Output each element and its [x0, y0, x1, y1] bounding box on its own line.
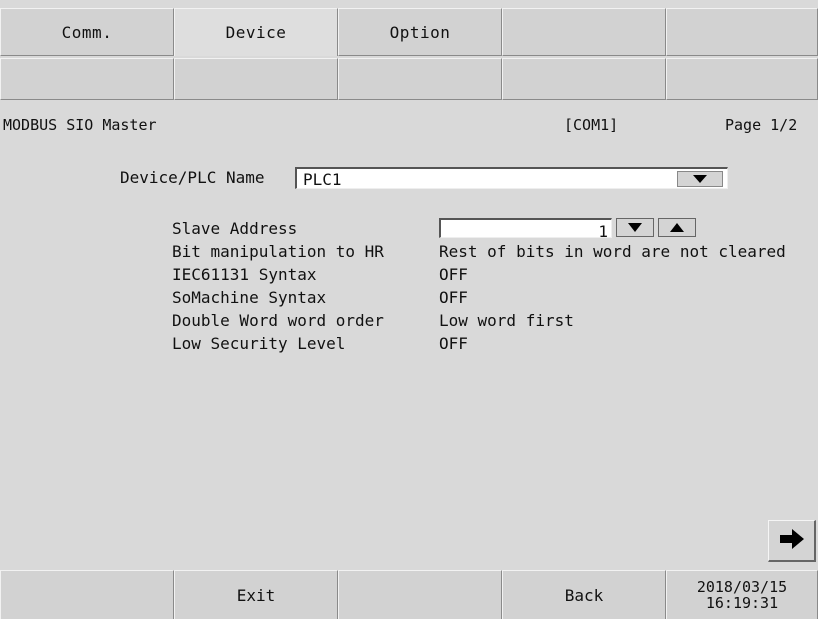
tab-empty-5: [666, 8, 818, 56]
back-label: Back: [564, 585, 604, 605]
prop-value: OFF: [439, 288, 468, 307]
prop-key: Bit manipulation to HR: [172, 242, 384, 261]
sub-tab-5: [666, 58, 818, 100]
arrow-right-icon: [779, 528, 804, 553]
port-label: [COM1]: [564, 116, 619, 134]
exit-button[interactable]: Exit: [174, 570, 338, 619]
device-row: Device/PLC Name PLC1: [0, 165, 818, 191]
triangle-down-icon[interactable]: [677, 171, 723, 187]
prop-word-order: Double Word word order Low word first: [172, 309, 818, 332]
slave-address-input[interactable]: 1: [439, 218, 612, 241]
sub-tab-bar: [0, 58, 818, 100]
prop-key: Slave Address: [172, 219, 298, 238]
tab-label: Comm.: [61, 22, 113, 42]
page-indicator: Page 1/2: [725, 116, 798, 134]
tab-option[interactable]: Option: [338, 8, 502, 56]
tab-label: Device: [225, 23, 287, 42]
footer-bar: Exit Back 2018/03/15 16:19:31: [0, 570, 818, 619]
sub-tab-3: [338, 58, 502, 100]
exit-label: Exit: [236, 585, 276, 605]
device-value: PLC1: [303, 170, 342, 189]
sub-tab-2: [174, 58, 338, 100]
tab-empty-4: [502, 8, 666, 56]
prop-somachine: SoMachine Syntax OFF: [172, 286, 818, 309]
prop-iec61131: IEC61131 Syntax OFF: [172, 263, 818, 286]
prop-key: Low Security Level: [172, 334, 346, 353]
prop-key: IEC61131 Syntax: [172, 265, 317, 284]
sub-tab-1: [0, 58, 174, 100]
footer-empty-1: [0, 570, 174, 619]
prop-key: SoMachine Syntax: [172, 288, 327, 307]
footer-empty-3: [338, 570, 502, 619]
prop-key: Double Word word order: [172, 311, 384, 330]
tab-device[interactable]: Device: [174, 8, 338, 56]
next-page-button[interactable]: [768, 520, 816, 562]
prop-low-security: Low Security Level OFF: [172, 332, 818, 355]
page-header: MODBUS SIO Master [COM1] Page 1/2: [0, 116, 818, 138]
sub-tab-4: [502, 58, 666, 100]
driver-name: MODBUS SIO Master: [3, 116, 157, 134]
prop-value: OFF: [439, 334, 468, 353]
triangle-up-icon[interactable]: [658, 218, 696, 237]
tab-label: Option: [389, 22, 451, 42]
device-select[interactable]: PLC1: [295, 167, 728, 189]
tab-bar: Comm. Device Option: [0, 8, 818, 56]
triangle-down-icon[interactable]: [616, 218, 654, 237]
prop-bit-manipulation: Bit manipulation to HR Rest of bits in w…: [172, 240, 818, 263]
device-label: Device/PLC Name: [120, 168, 265, 187]
prop-value: OFF: [439, 265, 468, 284]
tab-comm[interactable]: Comm.: [0, 8, 174, 56]
clock-time: 16:19:31: [705, 594, 779, 612]
prop-slave-address: Slave Address 1: [172, 217, 818, 241]
back-button[interactable]: Back: [502, 570, 666, 619]
properties-list: Slave Address 1 Bit manipulation to HR R…: [172, 217, 818, 355]
prop-value: Rest of bits in word are not cleared: [439, 242, 786, 261]
prop-value: Low word first: [439, 311, 574, 330]
clock-date: 2018/03/15: [696, 578, 788, 596]
clock: 2018/03/15 16:19:31: [666, 570, 818, 619]
